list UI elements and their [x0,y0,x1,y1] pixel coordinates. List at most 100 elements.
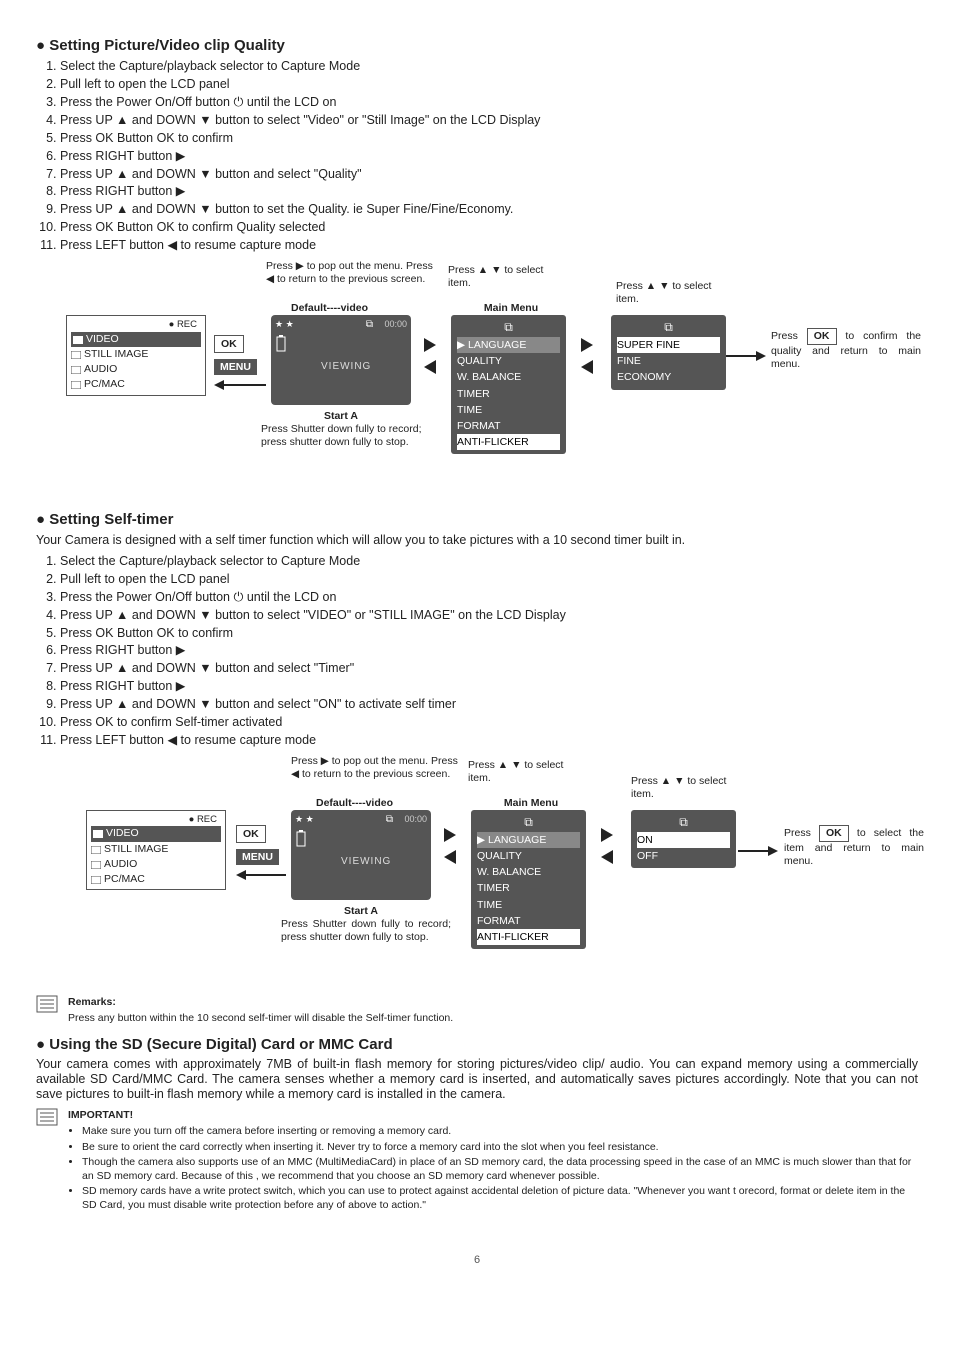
arrow-left-icon [601,850,613,864]
step: Press UP ▲ and DOWN ▼ button to select "… [60,607,918,624]
ok-label: OK [214,335,244,353]
menu-item: QUALITY [477,848,580,864]
menu-item-label: LANGUAGE [488,834,546,846]
menu-item: QUALITY [457,353,560,369]
caption-default-video: Default----video [316,797,393,810]
important-label: IMPORTANT! [68,1108,918,1122]
sdcard-intro: Your camera comes with approximately 7MB… [36,1057,918,1102]
shutter-note: Press Shutter down fully to record; pres… [281,918,451,944]
mode-selector: ● REC VIDEO STILL IMAGE AUDIO PC/MAC [66,315,206,396]
lcd-preview: ★ ★ ⧉ 00:00 VIEWING [271,315,411,405]
ok-pill: OK [236,825,266,843]
camera-icon: ⧉ [366,318,373,332]
step: Press LEFT button ◀ to resume capture mo… [60,732,918,749]
menu-item: SUPER FINE [617,337,720,353]
arrow-left-icon [424,360,436,374]
step: Press UP ▲ and DOWN ▼ button and select … [60,696,918,713]
bullet: Though the camera also supports use of a… [82,1155,918,1183]
mode-item-label: PC/MAC [84,378,125,390]
step: Press OK to confirm Self-timer activated [60,714,918,731]
quality-menu-card: ⧉ SUPER FINE FINE ECONOMY [611,315,726,390]
main-menu-title: Main Menu [466,302,556,315]
timer-intro: Your Camera is designed with a self time… [36,532,918,549]
arrow-left-icon [581,360,593,374]
arrow-right-icon [738,845,778,857]
note-icon [36,995,58,1025]
menu-item: TIMER [457,386,560,402]
mode-item: PC/MAC [71,377,201,392]
mode-item-label: STILL IMAGE [84,348,148,360]
rec-indicator: ● REC [91,813,217,827]
ok-label: OK [236,825,266,843]
start-a-label: Start A [301,410,381,423]
caption-popout: Press ▶ to pop out the menu. Press ◀ to … [291,755,461,781]
step: Press UP ▲ and DOWN ▼ button to select "… [60,112,918,129]
mode-item-label: VIDEO [86,333,119,345]
step: Press OK Button OK to confirm [60,130,918,147]
bullet: Be sure to orient the card correctly whe… [82,1140,918,1154]
arrow-right-icon [726,350,766,362]
arrow-left-icon [444,850,456,864]
camera-icon: ⧉ [386,813,393,827]
menu-item: ▶ LANGUAGE [477,832,580,848]
menu-item: ON [637,832,730,848]
menu-item: OFF [637,848,730,864]
step: Press UP ▲ and DOWN ▼ button and select … [60,660,918,677]
menu-item: FORMAT [477,913,580,929]
bullet: SD memory cards have a write protect swi… [82,1184,918,1212]
start-a-label: Start A [321,905,401,918]
lcd-view-label: VIEWING [341,855,391,869]
remarks-block: Remarks: Press any button within the 10 … [36,995,918,1025]
section-timer-title: Setting Self-timer [36,510,918,530]
timer-note: Press OK to select the item and return t… [784,825,924,868]
menu-item: FINE [617,353,720,369]
lcd-time: 00:00 [384,318,407,330]
quality-stars: ★ ★ [275,318,294,330]
menu-pill: MENU [214,358,257,375]
mode-item: AUDIO [71,362,201,377]
menu-item: TIME [457,402,560,418]
mode-item: VIDEO [71,332,201,347]
step: Press UP ▲ and DOWN ▼ button to set the … [60,201,918,218]
mode-item-label: STILL IMAGE [104,843,168,855]
step: Press LEFT button ◀ to resume capture mo… [60,237,918,254]
menu-item: W. BALANCE [457,369,560,385]
step: Press the Power On/Off button ⏻ until th… [60,589,918,606]
lcd-time: 00:00 [404,813,427,825]
timer-menu-card: ⧉ ON OFF [631,810,736,869]
menu-item: ▶ LANGUAGE [457,337,560,353]
camera-icon: ⧉ [617,319,720,335]
ok-pill: OK [214,335,244,353]
step: Press RIGHT button ▶ [60,148,918,165]
menu-label: MENU [214,359,257,375]
step: Press RIGHT button ▶ [60,642,918,659]
step: Pull left to open the LCD panel [60,76,918,93]
battery-icon [275,335,287,356]
camera-icon: ⧉ [637,814,730,830]
camera-icon: ⧉ [457,319,560,335]
menu-pill: MENU [236,848,279,865]
step: Press UP ▲ and DOWN ▼ button and select … [60,166,918,183]
mode-item-label: VIDEO [106,827,139,839]
mode-item: PC/MAC [91,872,221,887]
note-icon [36,1108,58,1213]
caption-select-item: Press ▲ ▼ to select item. [448,264,568,290]
quality-note: Press OK to confirm the quality and retu… [771,328,921,371]
caption-popout: Press ▶ to pop out the menu. Press ◀ to … [266,260,436,286]
menu-item: W. BALANCE [477,864,580,880]
arrow-left-icon [236,868,286,882]
shutter-note: Press Shutter down fully to record; pres… [261,423,431,449]
main-menu-title: Main Menu [486,797,576,810]
arrow-right-icon [581,338,593,352]
step: Press the Power On/Off button ⏻ until th… [60,94,918,111]
quality-stars: ★ ★ [295,813,314,825]
menu-item: TIMER [477,880,580,896]
section-sdcard-title: Using the SD (Secure Digital) Card or MM… [36,1035,918,1055]
menu-item: ANTI-FLICKER [477,929,580,945]
arrow-right-icon [424,338,436,352]
section-quality-steps: Select the Capture/playback selector to … [36,58,918,254]
menu-item: FORMAT [457,418,560,434]
camera-icon: ⧉ [477,814,580,830]
menu-label: MENU [236,849,279,865]
step: Pull left to open the LCD panel [60,571,918,588]
